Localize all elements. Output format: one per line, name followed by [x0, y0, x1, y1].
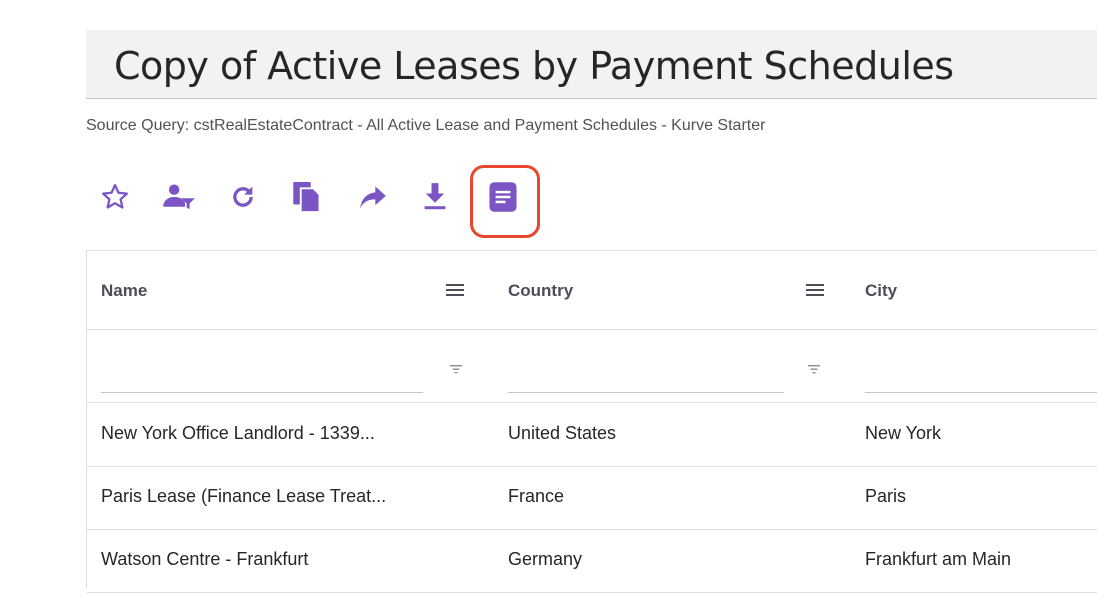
filter-row: [87, 330, 1097, 403]
table-row[interactable]: Paris Lease (Finance Lease Treat... Fran…: [87, 467, 1097, 530]
city-filter-input[interactable]: [865, 392, 1097, 393]
filter-icon[interactable]: [449, 362, 463, 374]
cell-country: United States: [508, 423, 617, 443]
refresh-icon[interactable]: [226, 180, 260, 214]
data-table: Name Country City New York Office Landlo…: [86, 250, 1097, 593]
source-query-text: Source Query: cstRealEstateContract - Al…: [86, 117, 766, 134]
cell-name: New York Office Landlord - 1339...: [101, 423, 375, 443]
column-menu-icon[interactable]: [445, 282, 465, 298]
table-header-row: Name Country City: [87, 251, 1097, 330]
copy-icon[interactable]: [290, 180, 324, 214]
share-icon[interactable]: [356, 180, 390, 214]
page-header: Copy of Active Leases by Payment Schedul…: [86, 30, 1097, 99]
cell-name: Watson Centre - Frankfurt: [101, 549, 309, 569]
cell-city: New York: [865, 423, 942, 443]
column-header-city[interactable]: City: [865, 281, 897, 301]
star-icon[interactable]: [98, 180, 132, 214]
cell-country: France: [508, 486, 565, 506]
cell-city: Frankfurt am Main: [865, 549, 1012, 569]
download-icon[interactable]: [418, 180, 452, 214]
name-filter-input[interactable]: [101, 392, 423, 393]
user-filter-icon[interactable]: [162, 180, 196, 214]
cell-country: Germany: [508, 549, 583, 569]
filter-icon[interactable]: [807, 362, 821, 374]
country-filter-input[interactable]: [508, 392, 784, 393]
column-menu-icon[interactable]: [805, 282, 825, 298]
column-header-name[interactable]: Name: [101, 281, 147, 301]
table-row[interactable]: Watson Centre - Frankfurt Germany Frankf…: [87, 530, 1097, 593]
cell-city: Paris: [865, 486, 907, 506]
column-header-country[interactable]: Country: [508, 281, 573, 301]
highlight-annotation: [470, 165, 540, 238]
cell-name: Paris Lease (Finance Lease Treat...: [101, 486, 387, 506]
table-row[interactable]: New York Office Landlord - 1339... Unite…: [87, 404, 1097, 467]
page-title: Copy of Active Leases by Payment Schedul…: [114, 44, 954, 88]
